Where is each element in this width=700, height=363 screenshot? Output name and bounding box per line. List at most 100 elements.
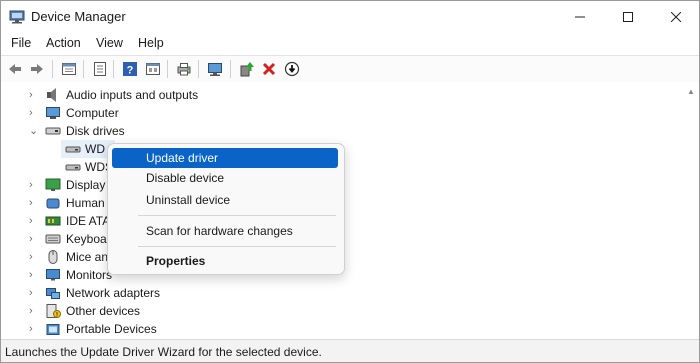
close-button[interactable] — [653, 1, 699, 33]
uninstall-button[interactable] — [259, 59, 279, 79]
chevron-right-icon[interactable]: › — [29, 104, 39, 122]
forward-button[interactable] — [27, 59, 47, 79]
maximize-button[interactable] — [605, 1, 651, 33]
tree-item-label: Audio inputs and outputs — [66, 88, 199, 102]
tree-item-human-interface[interactable]: › Human — [1, 194, 111, 212]
tree-item-label: Portable Devices — [66, 322, 157, 336]
chevron-right-icon[interactable]: › — [29, 230, 39, 248]
tree-item-other-devices[interactable]: › ! Other devices — [1, 302, 421, 320]
context-menu: Update driver Disable device Uninstall d… — [107, 143, 345, 275]
tree-item-label: Disk drives — [66, 124, 125, 138]
ide-icon — [45, 216, 61, 226]
menu-action[interactable]: Action — [46, 36, 81, 50]
menu-separator — [138, 246, 336, 247]
tree-item-mice[interactable]: › Mice an — [1, 248, 111, 266]
disk-icon — [65, 146, 81, 153]
ctx-item-label: Update driver — [146, 151, 219, 165]
network-icon — [46, 288, 60, 299]
tree-item-label: Keyboa — [66, 232, 107, 246]
toolbar-separator — [230, 60, 231, 78]
chevron-right-icon[interactable]: › — [29, 176, 39, 194]
ctx-disable-device[interactable]: Disable device — [112, 168, 338, 188]
ctx-scan-hardware[interactable]: Scan for hardware changes — [112, 221, 338, 241]
tree-item-label: Other devices — [66, 304, 141, 318]
chevron-right-icon[interactable]: › — [29, 284, 39, 302]
forward-icon — [31, 64, 43, 74]
view-icon — [146, 63, 160, 75]
update-list-button[interactable] — [90, 59, 110, 79]
tree-item-label: IDE ATA — [66, 214, 111, 228]
disk-drive-icon — [45, 127, 61, 135]
status-bar: Launches the Update Driver Wizard for th… — [1, 339, 699, 362]
scan-hardware-button[interactable] — [205, 59, 225, 79]
tree-item-computer[interactable]: › Computer — [1, 104, 421, 122]
tree-item-disk-drives[interactable]: ⌄ Disk drives — [1, 122, 421, 140]
chevron-right-icon[interactable]: › — [29, 86, 39, 104]
view-button[interactable] — [143, 59, 163, 79]
tree-item-label: Human — [66, 196, 105, 210]
title-bar: Device Manager — [1, 1, 699, 33]
chevron-right-icon[interactable]: › — [29, 248, 39, 266]
other-devices-icon: ! — [46, 304, 61, 319]
tree-item-label: Mice an — [66, 250, 109, 264]
device-manager-window: Device Manager File Action View Help ? ›… — [0, 0, 700, 363]
display-icon — [45, 178, 61, 191]
toolbar-separator — [52, 60, 53, 78]
add-driver-icon — [240, 62, 254, 77]
tree-item-keyboards[interactable]: › Keyboa — [1, 230, 111, 248]
tree-item-audio[interactable]: › Audio inputs and outputs — [1, 86, 421, 104]
chevron-right-icon[interactable]: › — [29, 194, 39, 212]
minimize-icon — [575, 16, 585, 18]
menu-file[interactable]: File — [11, 36, 31, 50]
tree-item-portable-devices[interactable]: › Portable Devices — [1, 320, 421, 338]
download-icon — [284, 61, 300, 77]
tree-item-ide-ata[interactable]: › IDE ATA — [1, 212, 111, 230]
close-icon — [671, 12, 681, 22]
scroll-up-arrow-icon[interactable]: ▲ — [687, 87, 695, 96]
print-button[interactable] — [174, 59, 194, 79]
ctx-uninstall-device[interactable]: Uninstall device — [112, 190, 338, 210]
help-icon: ? — [123, 62, 137, 77]
ctx-item-label: Properties — [146, 254, 206, 268]
chevron-right-icon[interactable]: › — [29, 302, 39, 320]
speaker-icon — [47, 88, 56, 102]
menu-view[interactable]: View — [96, 36, 123, 50]
ctx-item-label: Uninstall device — [146, 193, 231, 207]
mouse-icon — [48, 250, 58, 264]
update-list-icon — [94, 62, 106, 76]
ctx-item-label: Disable device — [146, 171, 225, 185]
toolbar-separator — [83, 60, 84, 78]
tree-item-label: Network adapters — [66, 286, 161, 300]
chevron-right-icon[interactable]: › — [29, 212, 39, 230]
chevron-right-icon[interactable]: › — [29, 320, 39, 338]
status-text: Launches the Update Driver Wizard for th… — [5, 345, 322, 359]
tree-item-network-adapters[interactable]: › Network adapters — [1, 284, 421, 302]
tree-item-label: Display — [66, 178, 106, 192]
help-button[interactable]: ? — [120, 59, 140, 79]
keyboard-icon — [45, 234, 61, 244]
tree-item-display[interactable]: › Display — [1, 176, 111, 194]
portable-devices-icon — [46, 324, 60, 335]
ctx-properties[interactable]: Properties — [112, 251, 338, 271]
back-icon — [9, 64, 21, 74]
chevron-right-icon[interactable]: › — [29, 266, 39, 284]
minimize-button[interactable] — [557, 1, 603, 33]
properties-sheet-button[interactable] — [59, 59, 79, 79]
tree-item-label: Computer — [66, 106, 119, 120]
tree-item-label: Monitors — [66, 268, 113, 282]
svg-text:!: ! — [56, 313, 58, 319]
chevron-down-icon[interactable]: ⌄ — [29, 122, 39, 140]
tree-item-label: WD — [85, 142, 105, 156]
svg-text:?: ? — [127, 65, 134, 77]
download-button[interactable] — [282, 59, 302, 79]
add-driver-button[interactable] — [237, 59, 257, 79]
ctx-update-driver[interactable]: Update driver — [112, 148, 338, 168]
back-button[interactable] — [5, 59, 25, 79]
vertical-scrollbar[interactable] — [683, 82, 699, 338]
menu-help[interactable]: Help — [138, 36, 164, 50]
ctx-item-label: Scan for hardware changes — [146, 224, 293, 238]
hid-icon — [46, 198, 60, 209]
maximize-icon — [623, 12, 633, 22]
properties-sheet-icon — [62, 63, 76, 75]
monitor-icon — [46, 269, 60, 281]
